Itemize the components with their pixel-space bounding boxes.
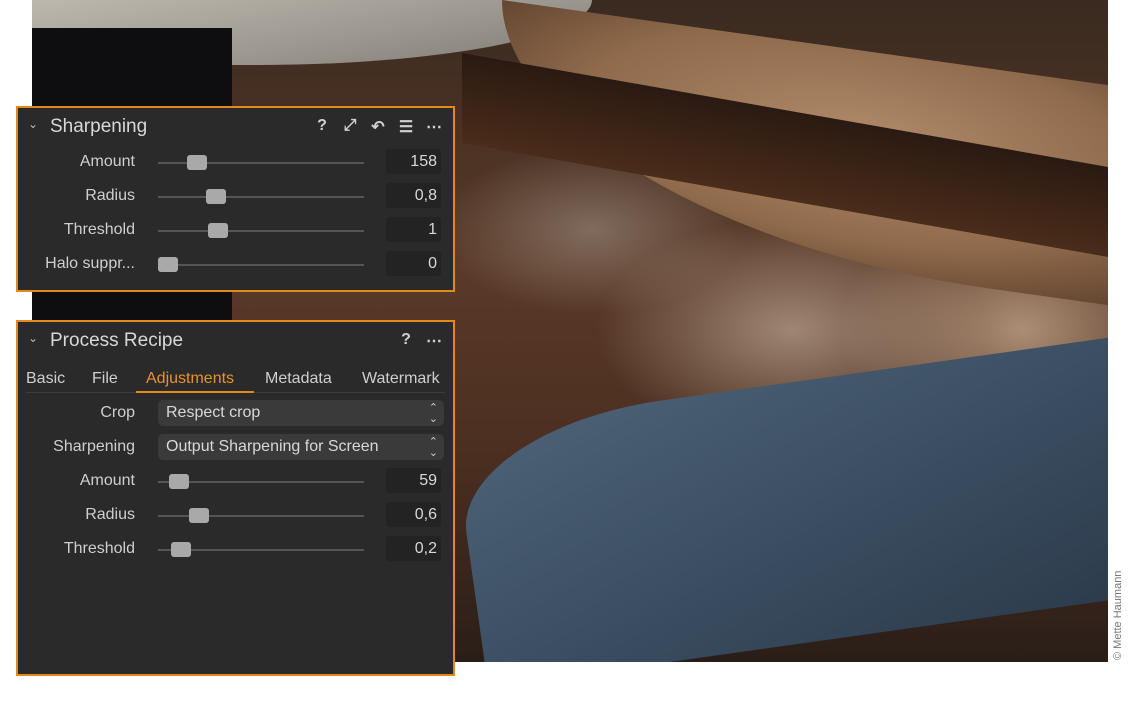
crop-select[interactable]: Respect crop ⌃ ⌄ — [158, 400, 444, 426]
slider-value-field[interactable]: 0,6 — [386, 502, 441, 527]
list-icon[interactable]: ☰ — [397, 117, 415, 137]
slider-value-field[interactable]: 1 — [386, 217, 441, 242]
help-icon[interactable]: ? — [313, 117, 331, 137]
slider-thumb[interactable] — [189, 508, 210, 523]
slider-row: Threshold 1 — [18, 214, 453, 248]
more-icon[interactable]: ⋯ — [425, 117, 443, 137]
slider-row: Amount 158 — [18, 146, 453, 180]
slider-value-field[interactable]: 158 — [386, 149, 441, 174]
updown-chevron-icon: ⌃ ⌄ — [428, 402, 438, 425]
blue-linen-cloth — [452, 332, 1108, 662]
slider-value-field[interactable]: 0 — [386, 251, 441, 276]
slider-label: Radius — [85, 187, 135, 204]
tab-file[interactable]: File — [92, 370, 118, 388]
panel-title: Sharpening — [50, 116, 148, 137]
slider-value-field[interactable]: 0,2 — [386, 536, 441, 561]
photo-credit: © Mette Haumann — [1112, 570, 1124, 660]
sharpening-row: Sharpening Output Sharpening for Screen … — [18, 431, 453, 465]
sharpening-panel: ⌄ Sharpening ? ⤢ ↶ ☰ ⋯ Amount 158 Radius 0,… — [16, 106, 455, 292]
slider-track[interactable] — [158, 223, 364, 238]
reset-icon[interactable]: ↶ — [369, 117, 387, 137]
active-tab-indicator — [136, 391, 254, 393]
slider-row: Amount 59 — [18, 465, 453, 499]
slider-thumb[interactable] — [187, 155, 208, 170]
slider-thumb[interactable] — [170, 542, 191, 557]
tab-metadata[interactable]: Metadata — [265, 370, 332, 388]
slider-thumb[interactable] — [168, 474, 189, 489]
slider-value-field[interactable]: 59 — [386, 468, 441, 493]
slider-thumb[interactable] — [158, 257, 179, 272]
slider-label: Amount — [79, 153, 135, 170]
slider-thumb[interactable] — [205, 189, 226, 204]
slider-thumb[interactable] — [207, 223, 228, 238]
collapse-chevron-icon[interactable]: ⌄ — [28, 117, 38, 131]
expand-icon[interactable]: ⤢ — [341, 117, 359, 137]
updown-chevron-icon: ⌃ ⌄ — [428, 436, 438, 459]
slider-value-field[interactable]: 0,8 — [386, 183, 441, 208]
slider-row: Halo suppr... 0 — [18, 248, 453, 282]
slider-label: Halo suppr... — [45, 255, 135, 272]
recipe-tabs: Basic File Adjustments Metadata Watermar… — [26, 360, 445, 393]
collapse-chevron-icon[interactable]: ⌄ — [28, 331, 38, 345]
sharpening-select[interactable]: Output Sharpening for Screen ⌃ ⌄ — [158, 434, 444, 460]
slider-track[interactable] — [158, 508, 364, 523]
tab-watermark[interactable]: Watermark — [362, 370, 440, 388]
tab-basic[interactable]: Basic — [26, 370, 65, 388]
slider-track[interactable] — [158, 257, 364, 272]
slider-track[interactable] — [158, 155, 364, 170]
slider-label: Amount — [79, 472, 135, 489]
crop-row: Crop Respect crop ⌃ ⌄ — [18, 397, 453, 431]
more-icon[interactable]: ⋯ — [425, 331, 443, 351]
crop-select-value: Respect crop — [166, 404, 261, 421]
slider-row: Threshold 0,2 — [18, 533, 453, 567]
slider-label: Threshold — [63, 221, 135, 238]
slider-label: Radius — [85, 506, 135, 523]
tab-adjustments[interactable]: Adjustments — [146, 370, 234, 388]
slider-row: Radius 0,8 — [18, 180, 453, 214]
slider-label: Threshold — [63, 540, 135, 557]
slider-row: Radius 0,6 — [18, 499, 453, 533]
slider-track[interactable] — [158, 474, 364, 489]
panel-title: Process Recipe — [50, 330, 184, 351]
process-recipe-panel: ⌄ Process Recipe ? ⋯ Basic File Adjustme… — [16, 320, 455, 676]
help-icon[interactable]: ? — [397, 331, 415, 351]
slider-track[interactable] — [158, 189, 364, 204]
panel-header: ⌄ Process Recipe ? ⋯ — [18, 322, 453, 360]
slider-track[interactable] — [158, 542, 364, 557]
sharpening-label: Sharpening — [53, 438, 135, 455]
panel-header: ⌄ Sharpening ? ⤢ ↶ ☰ ⋯ — [18, 108, 453, 146]
sharpening-select-value: Output Sharpening for Screen — [166, 438, 379, 455]
crop-label: Crop — [100, 404, 135, 421]
